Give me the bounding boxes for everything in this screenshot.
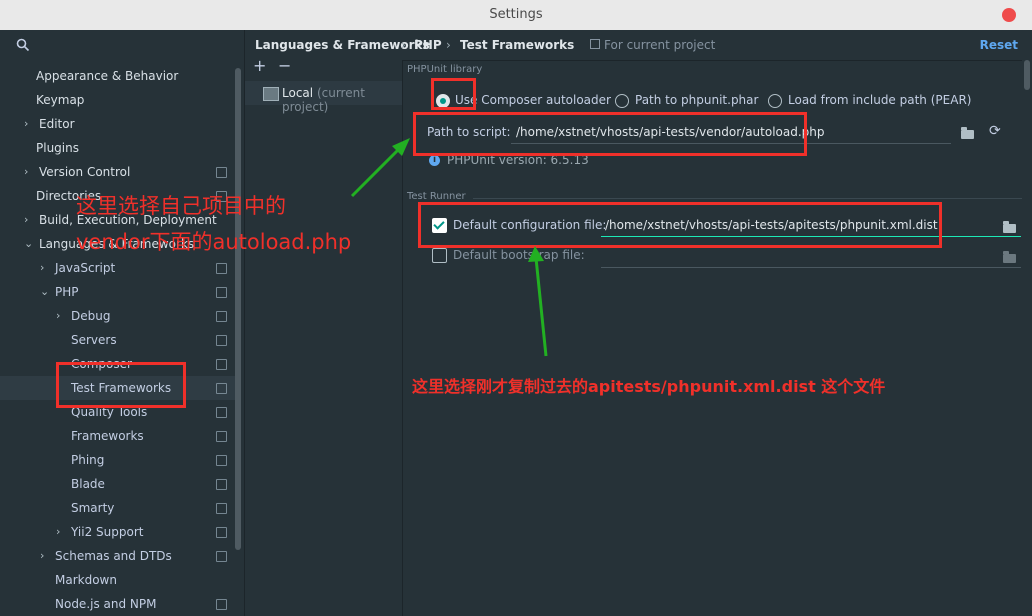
arrow-to-path bbox=[350, 144, 404, 198]
annotation-arrows bbox=[350, 138, 548, 357]
annotation-bottom: 这里选择刚才复制过去的apitests/phpunit.xml.dist 这个文… bbox=[412, 377, 886, 396]
arrowhead bbox=[528, 246, 544, 262]
annotation-left-line1: 这里选择自己项目中的 bbox=[76, 194, 286, 218]
annotation-left-line2: vendor下面的autoload.php bbox=[76, 230, 352, 254]
arrow-to-config bbox=[534, 257, 548, 357]
